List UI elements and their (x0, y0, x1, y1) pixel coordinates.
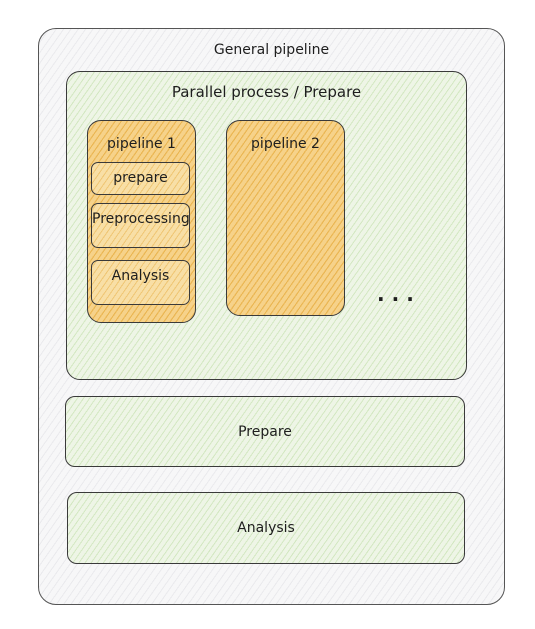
parallel-process-title: Parallel process / Prepare (171, 83, 362, 101)
more-pipelines-ellipsis: ... (377, 282, 421, 306)
analysis-stage-title: Analysis (237, 520, 295, 536)
pipeline-2-box: pipeline 2 (226, 120, 345, 316)
pipeline-1-box: pipeline 1 prepare Preprocessing Analysi… (87, 120, 196, 323)
pipeline-1-step-preprocessing: Preprocessing (91, 203, 190, 248)
pipeline-1-step-analysis: Analysis (91, 260, 190, 305)
analysis-stage-block: Analysis (67, 492, 465, 564)
prepare-stage-title: Prepare (238, 423, 292, 440)
step-label: prepare (113, 170, 168, 186)
pipeline-2-title: pipeline 2 (251, 136, 320, 152)
pipeline-1-step-prepare: prepare (91, 162, 190, 195)
step-label: Analysis (111, 268, 170, 284)
step-label: Preprocessing (92, 211, 190, 227)
pipeline-1-title: pipeline 1 (107, 136, 176, 152)
parallel-process-block: Parallel process / Prepare pipeline 1 pr… (66, 71, 467, 380)
general-pipeline-title: General pipeline (213, 42, 330, 58)
prepare-stage-block: Prepare (65, 396, 465, 467)
